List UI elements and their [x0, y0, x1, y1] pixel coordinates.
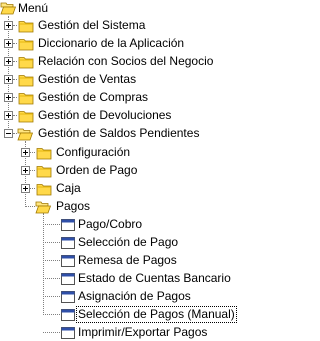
- tree-label: Pago/Cobro: [78, 217, 143, 231]
- expand-toggle[interactable]: [4, 39, 13, 48]
- folder-closed-icon: [18, 57, 34, 69]
- tree-label: Gestión de Saldos Pendientes: [38, 126, 200, 140]
- tree-label: Orden de Pago: [56, 163, 138, 177]
- tree-item-gestion-ventas[interactable]: Gestión de Ventas: [0, 71, 245, 88]
- tree-item-pago-cobro[interactable]: Pago/Cobro: [0, 216, 245, 233]
- folder-closed-icon: [36, 184, 52, 196]
- tree-item-remesa-de-pagos[interactable]: Remesa de Pagos: [0, 252, 245, 269]
- folder-closed-icon: [18, 39, 34, 51]
- expand-toggle[interactable]: [4, 93, 13, 102]
- tree-item-imprimir-exportar-pagos[interactable]: Imprimir/Exportar Pagos: [0, 324, 245, 341]
- tree-label: Pagos: [56, 199, 91, 213]
- folder-closed-icon: [18, 75, 34, 87]
- folder-closed-icon: [36, 148, 52, 160]
- menu-tree: Menú Gestión del Sistema Diccionario de …: [0, 0, 245, 340]
- tree-item-relacion-socios[interactable]: Relación con Socios del Negocio: [0, 53, 245, 70]
- tree-root-menu[interactable]: Menú: [0, 0, 70, 17]
- tree-label: Gestión del Sistema: [38, 18, 146, 32]
- tree-label: Caja: [56, 181, 81, 195]
- tree-label: Gestión de Devoluciones: [38, 108, 172, 122]
- tree-label: Selección de Pago: [78, 235, 179, 249]
- tree-label: Imprimir/Exportar Pagos: [78, 325, 208, 339]
- tree-label: Estado de Cuentas Bancario: [78, 271, 231, 285]
- tree-label: Gestión de Compras: [38, 90, 149, 104]
- tree-item-gestion-compras[interactable]: Gestión de Compras: [0, 89, 245, 106]
- window-icon: [61, 309, 75, 321]
- tree-item-diccionario[interactable]: Diccionario de la Aplicación: [0, 35, 245, 52]
- tree-item-seleccion-de-pagos-manual[interactable]: Selección de Pagos (Manual): [0, 306, 245, 323]
- tree-item-pagos[interactable]: Pagos: [0, 198, 245, 215]
- tree-item-caja[interactable]: Caja: [0, 180, 245, 197]
- expand-toggle[interactable]: [21, 166, 30, 175]
- tree-label: Menú: [18, 1, 49, 15]
- window-icon: [61, 273, 75, 285]
- window-icon: [61, 219, 75, 231]
- expand-toggle[interactable]: [4, 75, 13, 84]
- folder-closed-icon: [18, 111, 34, 123]
- tree-label: Configuración: [56, 145, 131, 159]
- folder-open-icon: [0, 2, 16, 15]
- tree-label: Diccionario de la Aplicación: [38, 36, 185, 50]
- tree-item-gestion-devoluciones[interactable]: Gestión de Devoluciones: [0, 107, 245, 124]
- tree-item-seleccion-de-pago[interactable]: Selección de Pago: [0, 234, 245, 251]
- window-icon: [61, 237, 75, 249]
- folder-closed-icon: [36, 166, 52, 178]
- tree-item-estado-cuentas-bancario[interactable]: Estado de Cuentas Bancario: [0, 270, 245, 287]
- window-icon: [61, 255, 75, 267]
- collapse-toggle[interactable]: [4, 129, 13, 138]
- tree-item-orden-de-pago[interactable]: Orden de Pago: [0, 162, 245, 179]
- tree-item-gestion-sistema[interactable]: Gestión del Sistema: [0, 17, 245, 34]
- expand-toggle[interactable]: [21, 184, 30, 193]
- folder-closed-icon: [18, 93, 34, 105]
- folder-open-icon: [17, 128, 33, 141]
- window-icon: [61, 327, 75, 339]
- tree-label: Relación con Socios del Negocio: [38, 54, 214, 68]
- tree-label: Asignación de Pagos: [78, 289, 191, 303]
- tree-item-asignacion-de-pagos[interactable]: Asignación de Pagos: [0, 288, 245, 305]
- expand-toggle[interactable]: [4, 21, 13, 30]
- expand-toggle[interactable]: [4, 57, 13, 66]
- tree-item-configuracion[interactable]: Configuración: [0, 144, 245, 161]
- folder-open-icon: [35, 201, 51, 214]
- expand-toggle[interactable]: [4, 111, 13, 120]
- expand-toggle[interactable]: [21, 148, 30, 157]
- tree-label: Gestión de Ventas: [38, 72, 137, 86]
- folder-closed-icon: [18, 21, 34, 33]
- window-icon: [61, 291, 75, 303]
- tree-label: Remesa de Pagos: [78, 253, 177, 267]
- tree-item-gestion-saldos-pendientes[interactable]: Gestión de Saldos Pendientes: [0, 125, 245, 142]
- tree-label-selected: Selección de Pagos (Manual): [76, 306, 237, 323]
